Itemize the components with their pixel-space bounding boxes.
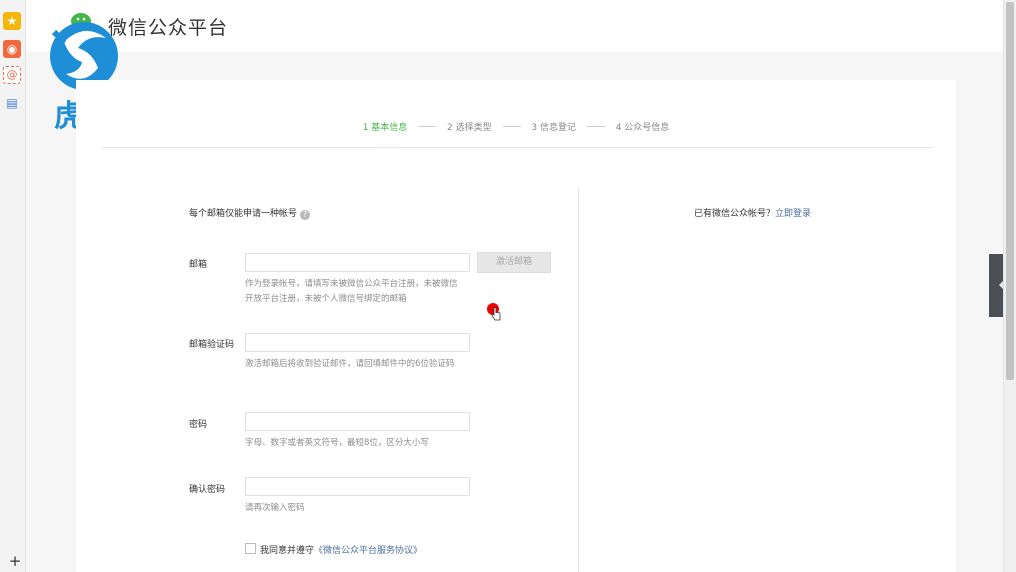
confirm-password-field[interactable] <box>245 477 470 496</box>
note-icon[interactable]: ▤ <box>3 94 21 112</box>
add-icon[interactable]: + <box>6 552 24 570</box>
page-title[interactable]: 微信公众平台 <box>108 13 228 40</box>
step-separator <box>586 126 605 127</box>
help-icon[interactable]: ? <box>300 210 311 220</box>
step-separator <box>502 126 521 127</box>
email-hint: 作为登录帐号，请填写未被微信公众平台注册，未被微信开放平台注册，未被个人微信号绑… <box>245 279 458 304</box>
registration-card: 1 基本信息 2 选择类型 3 信息登记 4 公众号信息 每个邮箱仅能申请一种帐… <box>76 80 956 572</box>
email-code-hint: 激活邮箱后将收到验证邮件，请回填邮件中的6位验证码 <box>245 359 455 369</box>
password-field[interactable] <box>245 412 470 431</box>
step-separator <box>418 126 437 127</box>
existing-account-text: 已有微信公众帐号？ <box>694 209 776 219</box>
email-code-field[interactable] <box>245 333 470 352</box>
step-basic-info: 1 基本信息 <box>362 123 408 133</box>
activate-email-button[interactable]: 激活邮箱 <box>477 252 551 273</box>
weibo-icon[interactable]: ◉ <box>3 40 21 58</box>
agree-checkbox[interactable] <box>245 543 256 554</box>
step-select-type: 2 选择类型 <box>447 123 492 133</box>
confirm-password-label: 确认密码 <box>189 485 226 495</box>
column-divider <box>578 188 579 572</box>
header: 微信公众平台 <box>26 0 1004 52</box>
login-now-link[interactable]: 立即登录 <box>775 209 811 219</box>
email-field[interactable] <box>245 253 470 272</box>
form-heading-text: 每个邮箱仅能申请一种帐号 <box>189 209 298 219</box>
service-agreement-link[interactable]: 《微信公众平台服务协议》 <box>314 546 422 556</box>
password-label: 密码 <box>189 420 208 430</box>
vertical-scrollbar[interactable] <box>1003 0 1016 572</box>
agree-text: 我同意并遵守 <box>260 546 315 556</box>
password-hint: 字母、数字或者英文符号，最短8位，区分大小写 <box>245 438 429 448</box>
step-info-register: 3 信息登记 <box>531 123 576 133</box>
steps-divider <box>102 147 932 148</box>
mail-icon[interactable]: @ <box>3 66 21 84</box>
existing-account: 已有微信公众帐号？立即登录 <box>694 206 811 219</box>
browser-sidebar: ★ ◉ @ ▤ + <box>0 0 26 572</box>
step-indicator: 1 基本信息 2 选择类型 3 信息登记 4 公众号信息 <box>76 120 956 133</box>
email-label: 邮箱 <box>189 260 208 270</box>
form-heading: 每个邮箱仅能申请一种帐号? <box>189 206 311 220</box>
agreement: 我同意并遵守《微信公众平台服务协议》 <box>245 543 422 556</box>
email-code-label: 邮箱验证码 <box>189 340 235 350</box>
scrollbar-thumb[interactable] <box>1006 2 1014 380</box>
step-account-info: 4 公众号信息 <box>615 123 670 133</box>
hand-cursor-icon <box>491 307 501 321</box>
favorites-icon[interactable]: ★ <box>3 12 21 30</box>
confirm-password-hint: 请再次输入密码 <box>245 503 305 513</box>
